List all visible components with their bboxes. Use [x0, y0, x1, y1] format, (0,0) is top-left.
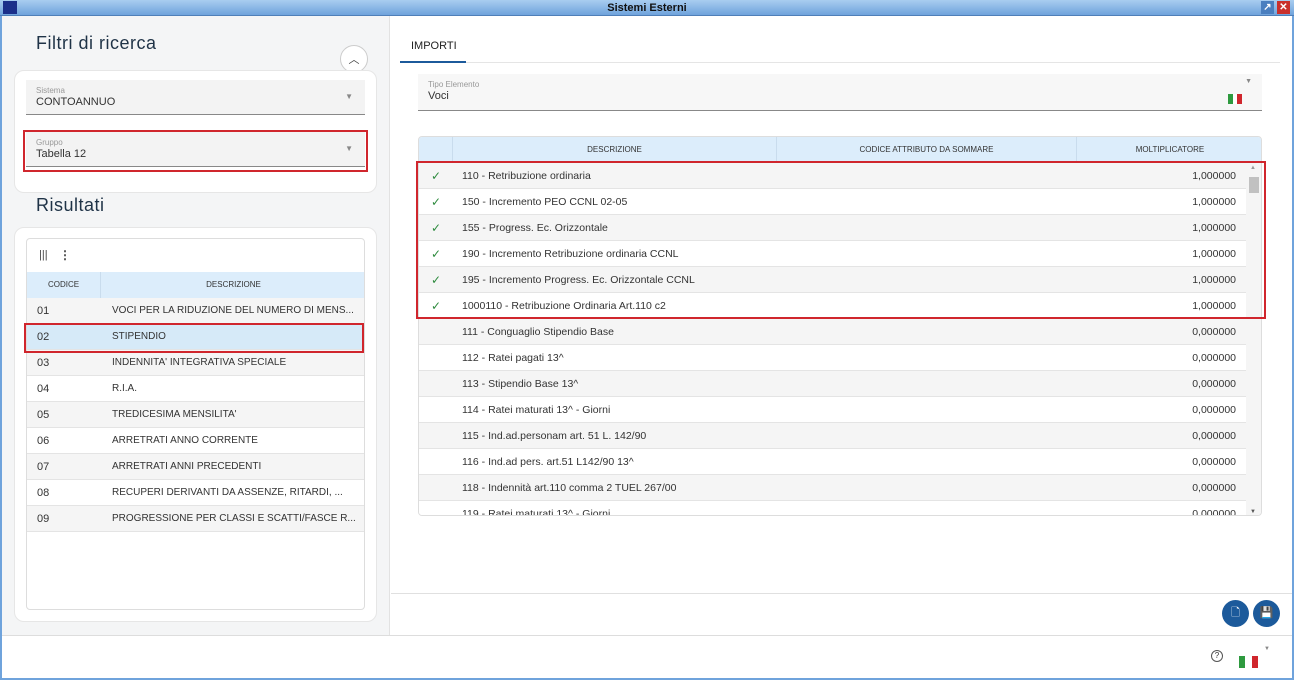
col-codice[interactable]: CODICE — [27, 272, 101, 298]
tipo-elemento-value: Voci — [428, 90, 449, 102]
right-panel: IMPORTI Tipo Elemento Voci ▼ DESCRIZIONE… — [391, 16, 1292, 635]
row-code: 09 — [37, 513, 50, 525]
result-row[interactable]: 05 TREDICESIMA MENSILITA' — [27, 402, 364, 428]
row-code: 04 — [37, 383, 50, 395]
language-dropdown-icon[interactable]: ▼ — [1264, 646, 1270, 652]
col-descrizione[interactable]: DESCRIZIONE — [101, 272, 364, 298]
importi-row[interactable]: 113 - Stipendio Base 13^ 0,000000 — [419, 371, 1246, 397]
col-descrizione[interactable]: DESCRIZIONE — [453, 137, 777, 163]
result-row[interactable]: 04 R.I.A. — [27, 376, 364, 402]
highlight-box — [24, 323, 364, 353]
new-document-icon: 🗋 — [1231, 607, 1240, 619]
row-description: 116 - Ind.ad pers. art.51 L142/90 13^ — [462, 456, 634, 468]
row-moltiplicatore: 0,000000 — [1192, 404, 1236, 416]
result-row[interactable]: 01 VOCI PER LA RIDUZIONE DEL NUMERO DI ME… — [27, 298, 364, 324]
row-description: 119 - Ratei maturati 13^ - Giorni — [462, 508, 611, 516]
row-description: 118 - Indennità art.110 comma 2 TUEL 267… — [462, 482, 677, 494]
help-icon[interactable]: ? — [1211, 650, 1223, 662]
columns-icon[interactable]: ||| — [39, 249, 48, 261]
italian-flag-icon — [1228, 94, 1243, 104]
row-description: R.I.A. — [112, 383, 138, 394]
row-moltiplicatore: 0,000000 — [1192, 482, 1236, 494]
result-row[interactable]: 08 RECUPERI DERIVANTI DA ASSENZE, RITARDI… — [27, 480, 364, 506]
row-description: 112 - Ratei pagati 13^ — [462, 352, 564, 364]
results-title: Risultati — [36, 195, 105, 215]
tab-importi[interactable]: IMPORTI — [411, 40, 457, 52]
row-description: ARRETRATI ANNO CORRENTE — [112, 435, 258, 446]
collapse-filters-button[interactable]: ︿ — [340, 45, 368, 73]
close-icon[interactable]: ✕ — [1277, 1, 1290, 14]
scroll-down-icon[interactable]: ▼ — [1250, 509, 1256, 515]
row-moltiplicatore: 0,000000 — [1192, 326, 1236, 338]
importi-row[interactable]: 116 - Ind.ad pers. art.51 L142/90 13^ 0,0… — [419, 449, 1246, 475]
importi-row[interactable]: 111 - Conguaglio Stipendio Base 0,000000 — [419, 319, 1246, 345]
row-code: 03 — [37, 357, 50, 369]
title-bar: Sistemi Esterni ↗ ✕ — [0, 0, 1294, 16]
row-moltiplicatore: 0,000000 — [1192, 508, 1236, 516]
row-description: 115 - Ind.ad.personam art. 51 L. 142/90 — [462, 430, 647, 442]
row-description: PROGRESSIONE PER CLASSI E SCATTI/FASCE R… — [112, 513, 356, 524]
left-panel: Filtri di ricerca ︿ Sistema CONTOANNUO ▼… — [2, 16, 390, 635]
row-description: VOCI PER LA RIDUZIONE DEL NUMERO DI MENS… — [112, 305, 354, 316]
col-moltiplicatore[interactable]: MOLTIPLICATORE — [1077, 137, 1261, 163]
result-row[interactable]: 07 ARRETRATI ANNI PRECEDENTI — [27, 454, 364, 480]
importi-row[interactable]: 119 - Ratei maturati 13^ - Giorni 0,00000… — [419, 501, 1246, 516]
dropdown-arrow-icon: ▼ — [1245, 78, 1252, 85]
row-description: ARRETRATI ANNI PRECEDENTI — [112, 461, 262, 472]
filters-title: Filtri di ricerca — [36, 33, 157, 53]
row-code: 08 — [37, 487, 50, 499]
row-moltiplicatore: 0,000000 — [1192, 430, 1236, 442]
save-button[interactable]: 💾 — [1253, 600, 1280, 627]
footer-divider — [2, 635, 1292, 636]
row-description: 111 - Conguaglio Stipendio Base — [462, 326, 614, 338]
sistema-value: CONTOANNUO — [36, 96, 116, 108]
result-row[interactable]: 03 INDENNITA' INTEGRATIVA SPECIALE — [27, 350, 364, 376]
tipo-elemento-select[interactable]: Tipo Elemento Voci ▼ — [418, 74, 1262, 111]
highlight-box — [23, 130, 368, 172]
row-code: 05 — [37, 409, 50, 421]
importi-row[interactable]: 115 - Ind.ad.personam art. 51 L. 142/90 0… — [419, 423, 1246, 449]
row-description: RECUPERI DERIVANTI DA ASSENZE, RITARDI, … — [112, 487, 343, 498]
col-codice-attributo[interactable]: CODICE ATTRIBUTO DA SOMMARE — [777, 137, 1077, 163]
new-button[interactable]: 🗋 — [1222, 600, 1249, 627]
restore-icon[interactable]: ↗ — [1261, 1, 1274, 14]
tipo-elemento-label: Tipo Elemento — [428, 80, 480, 89]
row-code: 07 — [37, 461, 50, 473]
save-icon: 💾 — [1259, 607, 1274, 619]
row-description: 113 - Stipendio Base 13^ — [462, 378, 579, 390]
highlight-box — [416, 161, 1266, 319]
row-description: 114 - Ratei maturati 13^ - Giorni — [462, 404, 611, 416]
tab-divider — [466, 62, 1280, 63]
result-row[interactable]: 09 PROGRESSIONE PER CLASSI E SCATTI/FASCE… — [27, 506, 364, 532]
importi-row[interactable]: 118 - Indennità art.110 comma 2 TUEL 267… — [419, 475, 1246, 501]
dropdown-arrow-icon: ▼ — [345, 92, 353, 101]
row-description: TREDICESIMA MENSILITA' — [112, 409, 237, 420]
tab-indicator — [400, 61, 466, 63]
row-moltiplicatore: 0,000000 — [1192, 352, 1236, 364]
window-title: Sistemi Esterni — [607, 2, 687, 14]
sistema-label: Sistema — [36, 86, 65, 95]
more-options-icon[interactable]: ⋮ — [59, 248, 71, 262]
divider — [391, 593, 1292, 594]
results-grid: ||| ⋮ CODICE DESCRIZIONE 01 VOCI PER LA R… — [26, 238, 365, 610]
row-moltiplicatore: 0,000000 — [1192, 378, 1236, 390]
sistema-select[interactable]: Sistema CONTOANNUO ▼ — [26, 80, 365, 115]
row-code: 01 — [37, 305, 50, 317]
row-moltiplicatore: 0,000000 — [1192, 456, 1236, 468]
result-row[interactable]: 06 ARRETRATI ANNO CORRENTE — [27, 428, 364, 454]
row-description: INDENNITA' INTEGRATIVA SPECIALE — [112, 357, 287, 368]
importi-row[interactable]: 114 - Ratei maturati 13^ - Giorni 0,00000… — [419, 397, 1246, 423]
col-check — [419, 137, 453, 163]
importi-row[interactable]: 112 - Ratei pagati 13^ 0,000000 — [419, 345, 1246, 371]
language-flag-icon[interactable] — [1239, 656, 1258, 668]
row-code: 06 — [37, 435, 50, 447]
